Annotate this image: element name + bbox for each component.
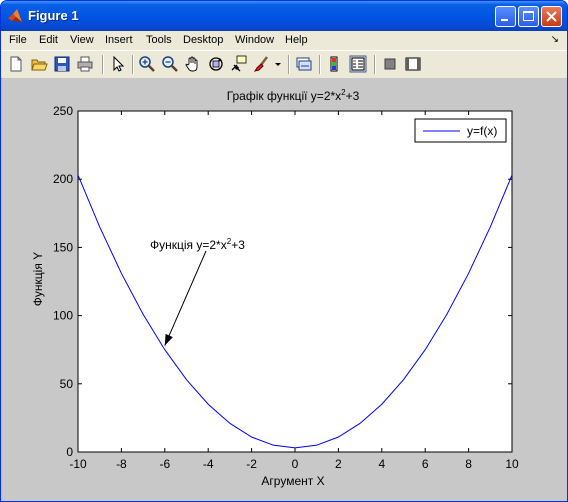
- x-tick-label: 2: [335, 457, 342, 471]
- link-plot-icon[interactable]: [295, 55, 313, 73]
- edit-plot-arrow-icon[interactable]: [109, 55, 127, 73]
- figure-canvas[interactable]: Графік функції y=2*x2+3 -10 -8 -6 -4 -2 0 2 4 6 8…: [2, 78, 567, 501]
- x-tick-label: -10: [69, 457, 87, 471]
- x-tick-label: 8: [465, 457, 472, 471]
- x-tick-label: -4: [203, 457, 214, 471]
- undock-arrow-icon[interactable]: ↘: [551, 34, 559, 45]
- menu-tools[interactable]: Tools: [146, 34, 172, 46]
- title-bar[interactable]: Figure 1: [1, 1, 567, 31]
- x-tick-label: -2: [246, 457, 257, 471]
- y-tick-label: 150: [53, 240, 73, 254]
- y-tick-label: 50: [60, 377, 74, 391]
- toolbar-separator: [374, 55, 376, 74]
- menu-window[interactable]: Window: [235, 34, 274, 46]
- legend[interactable]: y=f(x): [414, 118, 507, 143]
- maximize-button[interactable]: [518, 6, 539, 27]
- toolbar-separator: [288, 55, 290, 74]
- matlab-logo-icon: [8, 9, 22, 22]
- minimize-icon: [501, 19, 508, 21]
- x-tick-label: 10: [505, 457, 519, 471]
- legend-label: y=f(x): [467, 124, 497, 138]
- save-icon[interactable]: [53, 55, 71, 73]
- menu-file[interactable]: File: [9, 34, 27, 46]
- show-plot-tools-icon[interactable]: [404, 55, 422, 73]
- toolbar-separator: [319, 55, 321, 74]
- menu-insert[interactable]: Insert: [105, 34, 133, 46]
- close-button[interactable]: [541, 6, 562, 27]
- x-tick-label: -8: [116, 457, 127, 471]
- chart-title: Графік функції y=2*x2+3: [227, 88, 360, 103]
- colorbar-icon[interactable]: [326, 55, 344, 73]
- hide-plot-tools-icon[interactable]: [381, 55, 399, 73]
- plot-svg: Графік функції y=2*x2+3 -10 -8 -6 -4 -2 0 2 4 6 8…: [31, 88, 519, 488]
- y-tick-label: 250: [53, 104, 73, 118]
- x-tick-label: 4: [378, 457, 385, 471]
- y-axis-label: Функція Y: [31, 252, 45, 306]
- window-title: Figure 1: [28, 8, 79, 23]
- zoom-in-icon[interactable]: [138, 55, 156, 73]
- open-file-icon[interactable]: [30, 55, 48, 73]
- y-tick-label: 0: [66, 445, 73, 459]
- print-icon[interactable]: [76, 55, 94, 73]
- x-tick-label: 0: [292, 457, 299, 471]
- toolbar-separator: [102, 55, 104, 74]
- zoom-out-icon[interactable]: [161, 55, 179, 73]
- y-tick-label: 200: [53, 172, 73, 186]
- menu-help[interactable]: Help: [285, 34, 308, 46]
- close-icon: [546, 11, 557, 22]
- x-axis-label: Агрумент X: [261, 474, 324, 488]
- maximize-icon: [523, 11, 534, 21]
- toolbar-separator: [132, 55, 134, 74]
- menu-desktop[interactable]: Desktop: [183, 34, 223, 46]
- figure-toolbar: [1, 50, 567, 79]
- annotation-text: Функція y=2*x2+3: [150, 237, 245, 252]
- menu-edit[interactable]: Edit: [39, 34, 58, 46]
- figure-window: Figure 1 File Edit View Insert Tools Des…: [0, 0, 568, 502]
- minimize-button[interactable]: [495, 6, 516, 27]
- brush-dropdown-icon[interactable]: [273, 55, 283, 73]
- pan-hand-icon[interactable]: [184, 55, 202, 73]
- x-tick-label: 6: [422, 457, 429, 471]
- rotate-3d-icon[interactable]: [207, 55, 225, 73]
- data-cursor-icon[interactable]: [230, 55, 248, 73]
- legend-icon[interactable]: [349, 55, 367, 73]
- axes-box[interactable]: [77, 110, 513, 453]
- x-tick-label: -6: [159, 457, 170, 471]
- brush-icon[interactable]: [253, 55, 271, 73]
- menu-view[interactable]: View: [70, 34, 94, 46]
- y-tick-label: 100: [53, 309, 73, 323]
- menu-bar: File Edit View Insert Tools Desktop Wind…: [1, 31, 567, 50]
- new-figure-icon[interactable]: [7, 55, 25, 73]
